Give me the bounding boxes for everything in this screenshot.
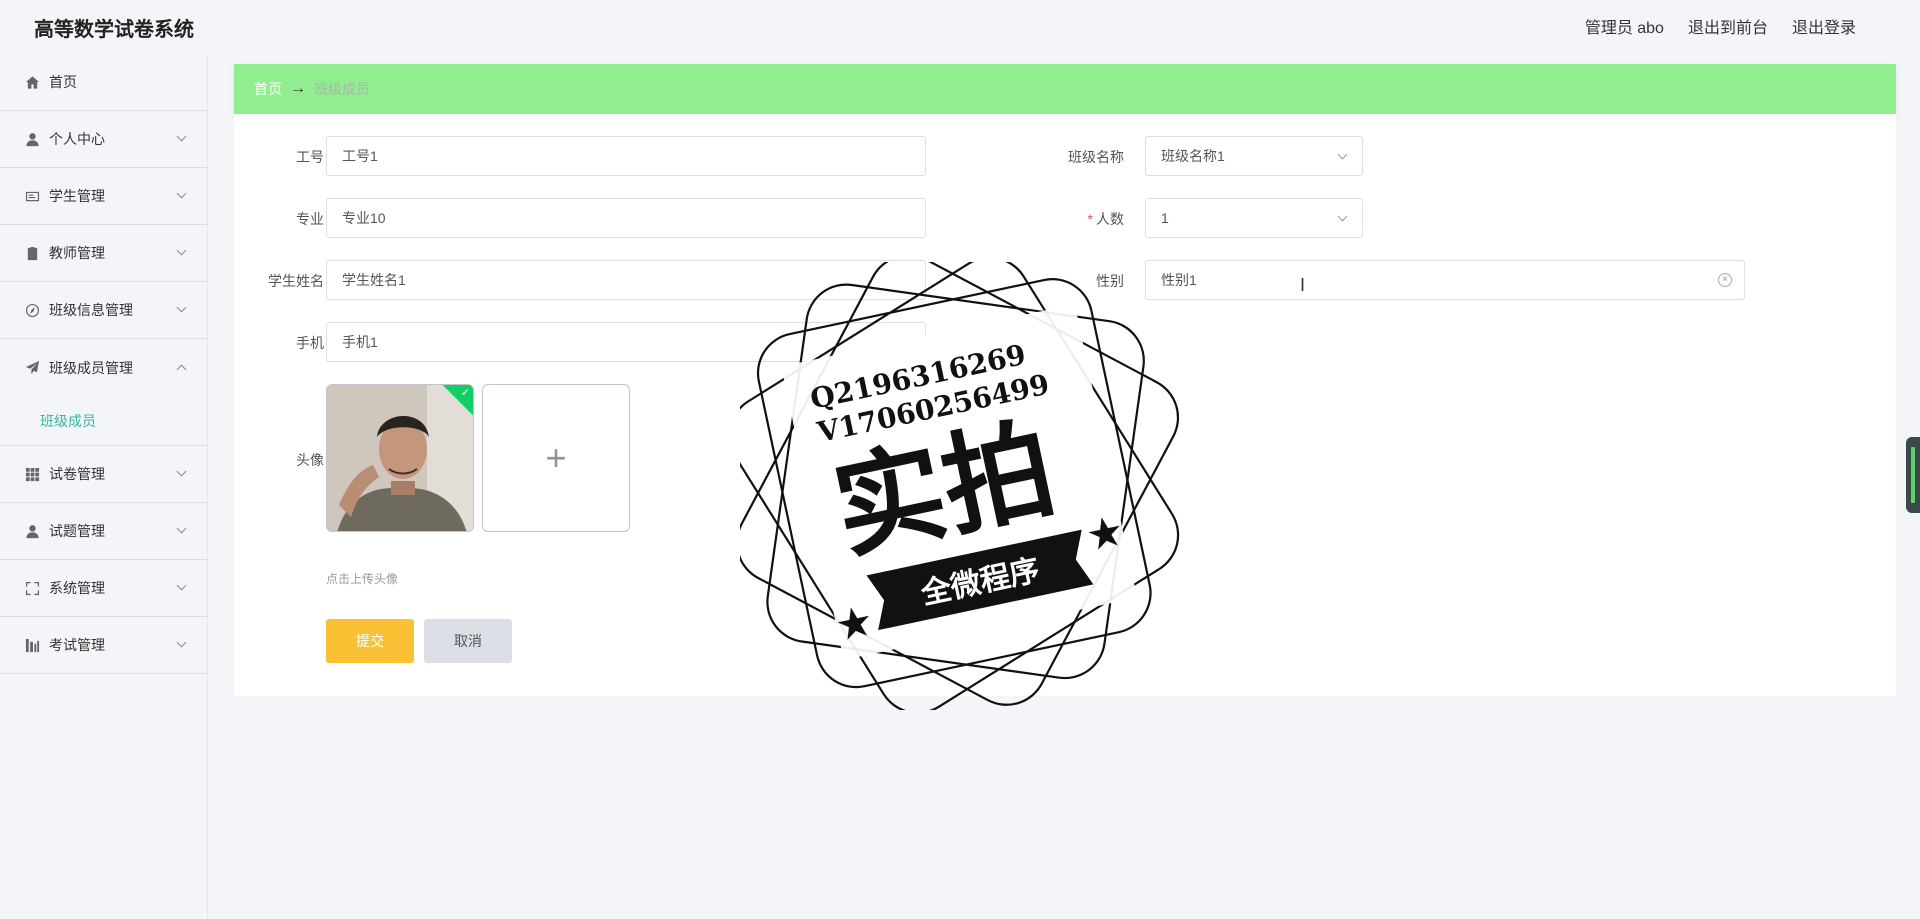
sidebar-item-teachers[interactable]: 教师管理 xyxy=(0,225,207,282)
sidebar-item-label: 学生管理 xyxy=(49,188,105,204)
sidebar-item-home[interactable]: 首页 xyxy=(0,54,207,111)
headcount-label-text: 人数 xyxy=(1096,211,1124,227)
header-links: 管理员 abo 退出到前台 退出登录 xyxy=(1585,14,1856,38)
user-icon xyxy=(24,523,40,539)
sidebar-item-label: 试卷管理 xyxy=(49,466,105,482)
avatar-upload-tip: 点击上传头像 xyxy=(326,572,399,586)
gonghao-label: 工号 xyxy=(296,149,324,165)
text-cursor-icon: I xyxy=(1300,275,1306,295)
student-name-label: 学生姓名 xyxy=(268,273,324,289)
phone-label: 手机 xyxy=(296,335,324,351)
compass-icon xyxy=(24,302,40,318)
sidebar-item-label: 班级成员管理 xyxy=(49,359,133,376)
exit-to-frontend-link[interactable]: 退出到前台 xyxy=(1688,14,1768,38)
sidebar-item-label: 班级信息管理 xyxy=(49,302,133,318)
chevron-down-icon xyxy=(176,523,187,534)
sidebar: 首页 个人中心 学生管理 教师管理 班级信息管理 班级成员管理 班级成员 试卷管… xyxy=(0,54,208,919)
sidebar-subitem-label: 班级成员 xyxy=(40,412,96,429)
watermark-stamp: Q2196316269 V17060256499 实拍 全微程序 xyxy=(740,262,1180,710)
check-icon: ✓ xyxy=(460,387,470,399)
gonghao-input[interactable]: 工号1 xyxy=(326,136,926,176)
chevron-down-icon xyxy=(176,466,187,477)
chevron-down-icon xyxy=(176,302,187,313)
zhuanye-label: 专业 xyxy=(296,211,324,227)
app-title: 高等数学试卷系统 xyxy=(34,19,194,41)
chevron-down-icon xyxy=(176,245,187,256)
top-header: 高等数学试卷系统 管理员 abo 退出到前台 退出登录 xyxy=(0,0,1920,54)
sidebar-item-label: 个人中心 xyxy=(49,131,105,147)
sidebar-item-exams[interactable]: 考试管理 xyxy=(0,617,207,674)
submit-button[interactable]: 提交 xyxy=(326,619,414,663)
chevron-down-icon xyxy=(1337,211,1348,222)
sidebar-item-label: 考试管理 xyxy=(49,637,105,653)
class-name-select[interactable]: 班级名称1 xyxy=(1145,136,1363,176)
zhuanye-input[interactable]: 专业10 xyxy=(326,198,926,238)
breadcrumb: 首页 → 班级成员 xyxy=(234,64,1896,114)
class-name-value: 班级名称1 xyxy=(1161,148,1225,164)
headcount-label: * 人数 xyxy=(1034,209,1124,229)
plus-icon: + xyxy=(545,437,567,478)
sidebar-item-label: 教师管理 xyxy=(49,245,105,261)
sidebar-item-class-info[interactable]: 班级信息管理 xyxy=(0,282,207,339)
avatar-preview[interactable]: ✓ xyxy=(326,384,474,532)
sidebar-item-students[interactable]: 学生管理 xyxy=(0,168,207,225)
sidebar-item-system[interactable]: 系统管理 xyxy=(0,560,207,617)
clear-icon[interactable]: × xyxy=(1718,273,1732,287)
chart-icon xyxy=(24,637,40,653)
admin-user-link[interactable]: 管理员 abo xyxy=(1585,14,1664,38)
clipboard-icon xyxy=(24,245,40,261)
logout-link[interactable]: 退出登录 xyxy=(1792,14,1856,38)
gonghao-value: 工号1 xyxy=(342,148,378,164)
side-scroll-widget[interactable] xyxy=(1906,437,1920,513)
headcount-value: 1 xyxy=(1161,210,1169,226)
frame-icon xyxy=(24,580,40,596)
class-name-label: 班级名称 xyxy=(1068,149,1124,165)
grid-icon xyxy=(24,466,40,482)
avatar-label: 头像 xyxy=(296,452,324,468)
sidebar-item-class-members[interactable]: 班级成员管理 xyxy=(0,339,207,396)
breadcrumb-current: 班级成员 xyxy=(314,81,370,97)
home-icon xyxy=(24,74,40,90)
chevron-down-icon xyxy=(1337,149,1348,160)
sidebar-item-profile[interactable]: 个人中心 xyxy=(0,111,207,168)
breadcrumb-home-link[interactable]: 首页 xyxy=(254,79,282,99)
zhuanye-value: 专业10 xyxy=(342,210,386,226)
sidebar-subitem-class-members[interactable]: 班级成员 xyxy=(0,396,207,446)
sidebar-item-label: 试题管理 xyxy=(49,523,105,539)
chevron-down-icon xyxy=(176,188,187,199)
chevron-up-icon xyxy=(176,364,187,375)
avatar-upload-button[interactable]: + xyxy=(482,384,630,532)
sidebar-item-questions[interactable]: 试题管理 xyxy=(0,503,207,560)
avatar-photo xyxy=(327,385,473,531)
send-icon xyxy=(24,360,40,376)
breadcrumb-separator: → xyxy=(290,80,306,97)
gender-input[interactable]: 性别1 × xyxy=(1145,260,1745,300)
student-name-value: 学生姓名1 xyxy=(342,272,406,288)
id-card-icon xyxy=(24,188,40,204)
phone-value: 手机1 xyxy=(342,334,378,350)
sidebar-item-label: 首页 xyxy=(49,74,77,90)
chevron-down-icon xyxy=(176,637,187,648)
chevron-down-icon xyxy=(176,131,187,142)
required-mark: * xyxy=(1087,211,1093,227)
user-icon xyxy=(24,131,40,147)
side-widget-bar xyxy=(1911,447,1915,503)
cancel-button[interactable]: 取消 xyxy=(424,619,512,663)
sidebar-item-papers[interactable]: 试卷管理 xyxy=(0,446,207,503)
sidebar-item-label: 系统管理 xyxy=(49,580,105,596)
headcount-select[interactable]: 1 xyxy=(1145,198,1363,238)
chevron-down-icon xyxy=(176,580,187,591)
